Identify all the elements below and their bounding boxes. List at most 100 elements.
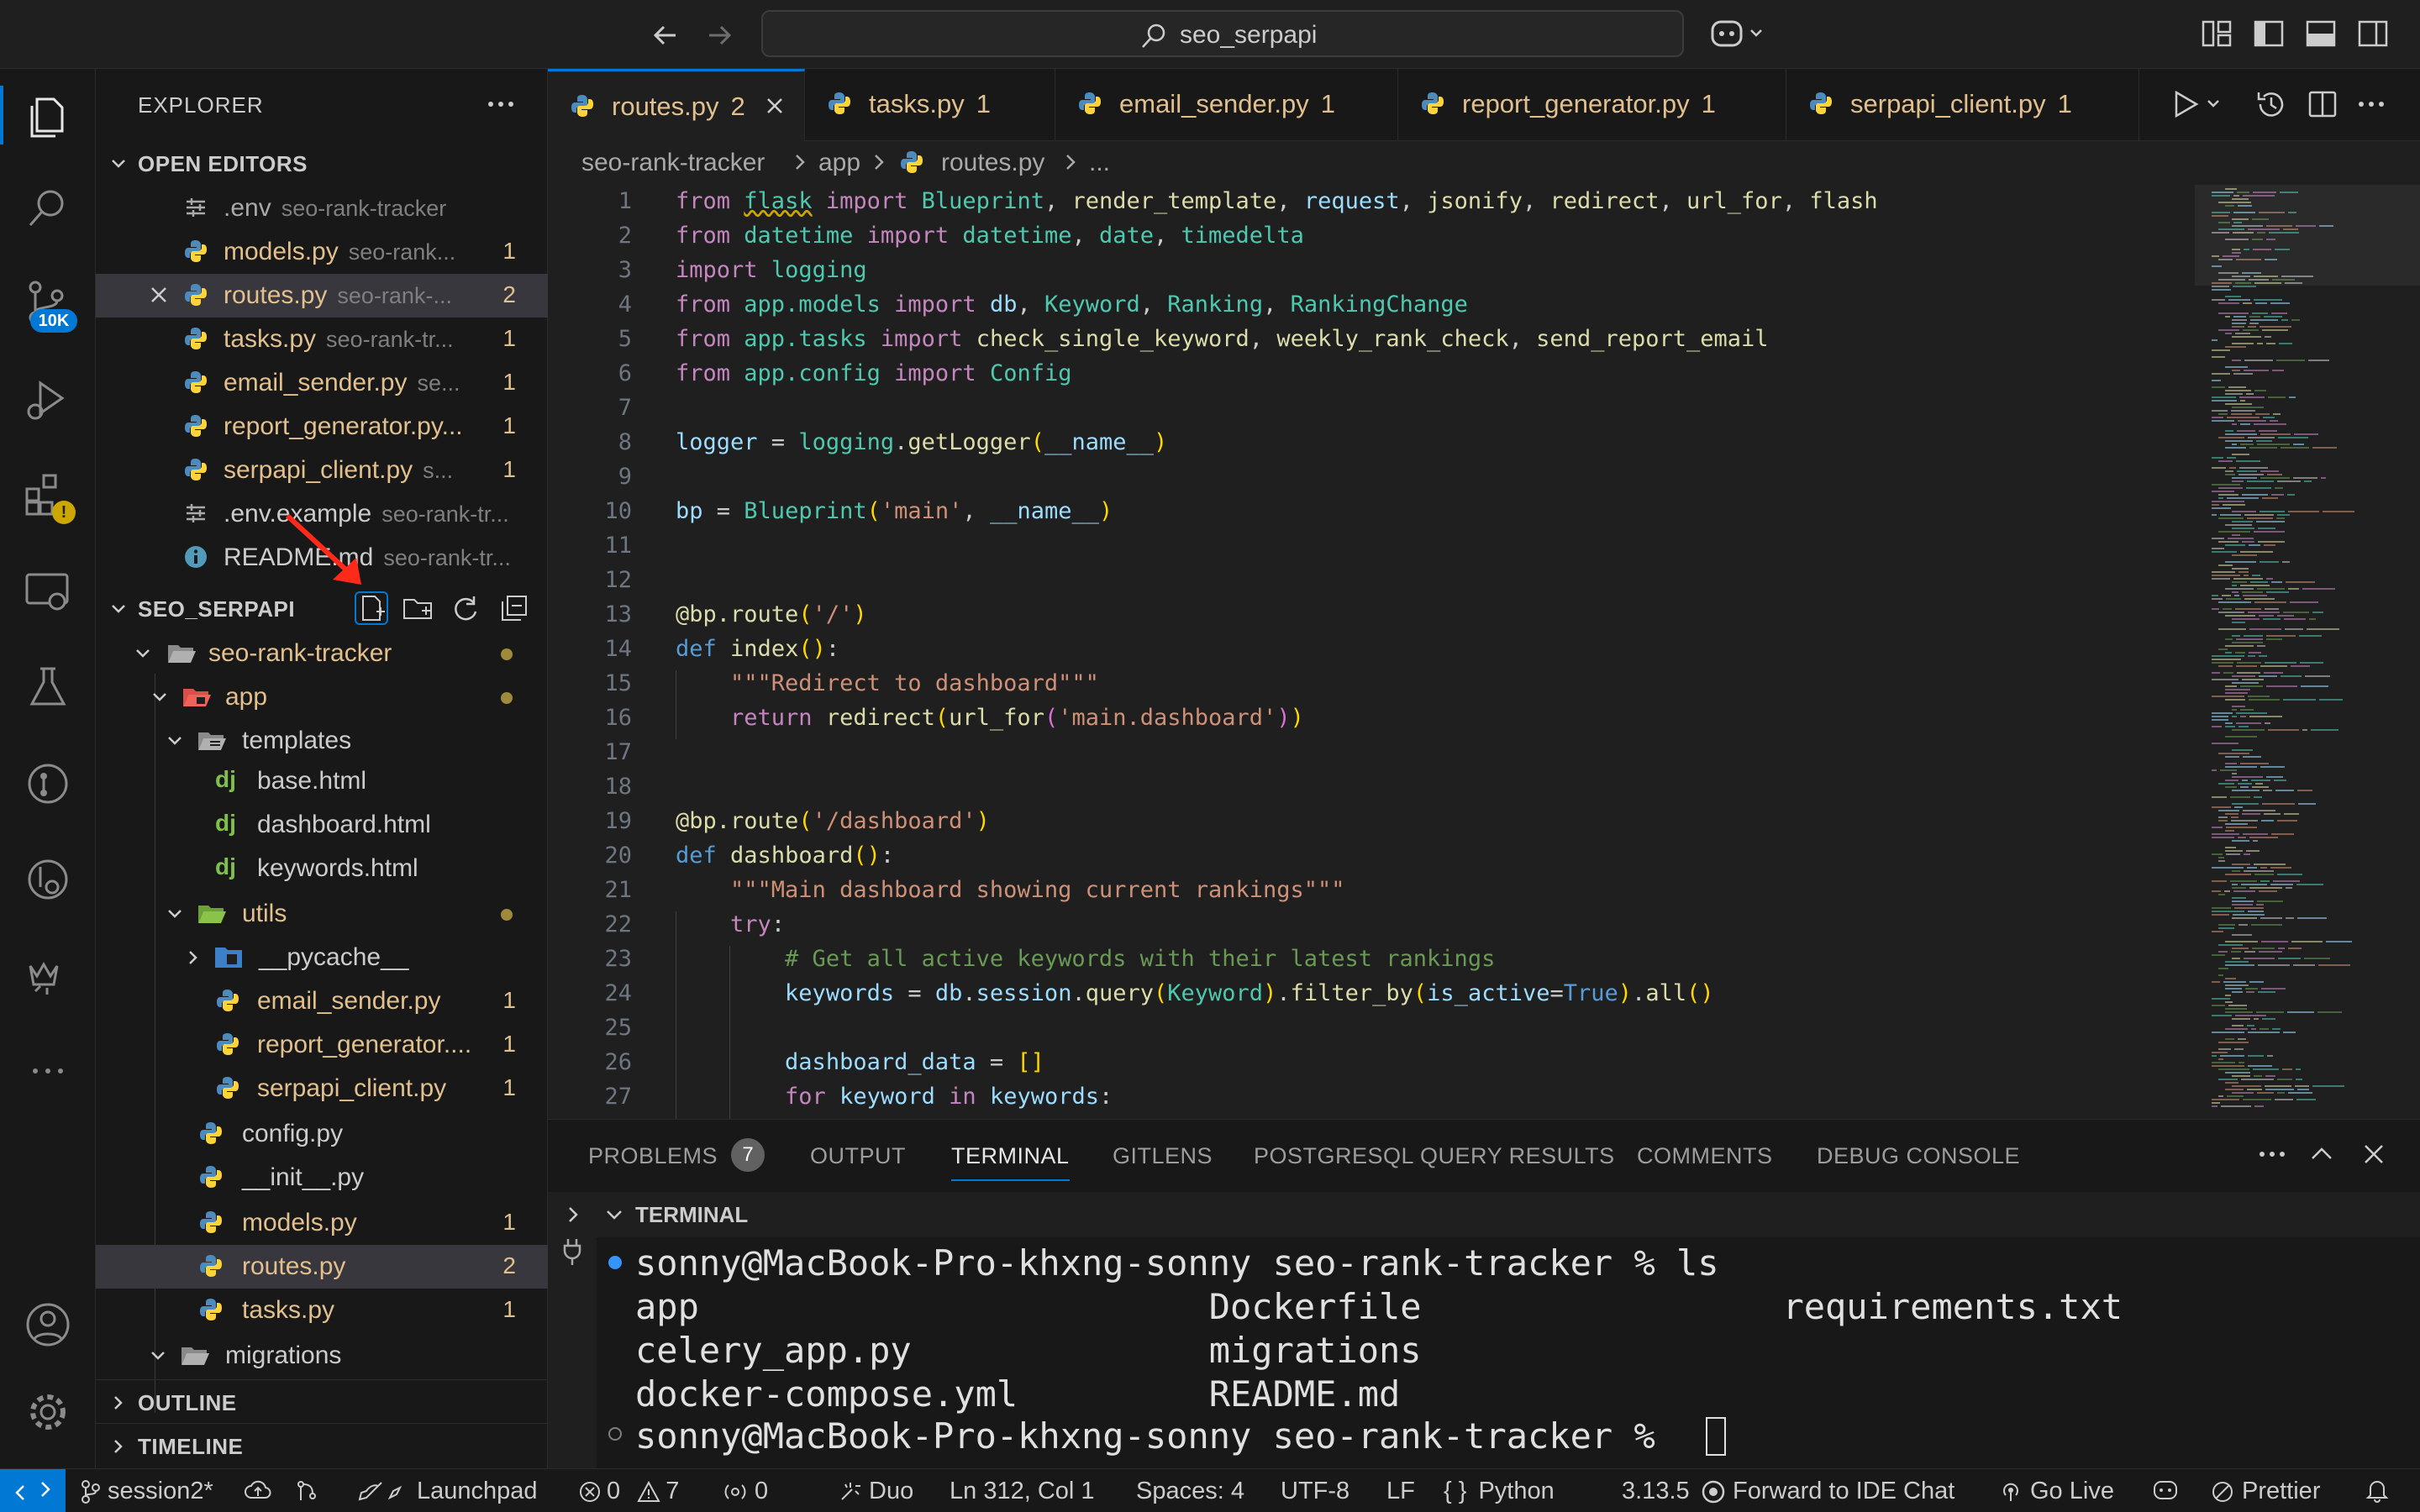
end-of-line[interactable]: LF (1386, 1478, 1415, 1505)
new-folder-icon[interactable] (402, 593, 434, 623)
more-actions-icon[interactable] (2255, 1142, 2289, 1167)
toggle-secondary-sidebar-icon[interactable] (2356, 17, 2390, 50)
toggle-panel-icon[interactable] (2304, 17, 2338, 50)
search-icon[interactable] (18, 180, 77, 239)
tab-gitlens[interactable]: GITLENS (1113, 1143, 1213, 1169)
file-keywords-html[interactable]: dj keywords.html (96, 847, 548, 890)
folder-migrations[interactable]: migrations (96, 1334, 548, 1378)
timeline-header[interactable]: TIMELINE (96, 1423, 548, 1465)
tab-email-sender-py[interactable]: email_sender.py 1 (1055, 69, 1398, 141)
file-models[interactable]: models.py 1 (96, 1201, 548, 1245)
sync-cloud-icon[interactable] (244, 1478, 272, 1503)
close-icon[interactable] (148, 284, 170, 306)
tab-serpapi-client-py[interactable]: serpapi_client.py 1 (1786, 69, 2139, 141)
maximize-panel-icon[interactable] (2307, 1140, 2336, 1168)
breadcrumb-item[interactable]: routes.py (941, 149, 1044, 177)
close-panel-icon[interactable] (2360, 1140, 2388, 1168)
file-report-generator[interactable]: report_generator.... 1 (96, 1023, 548, 1067)
more-actions-icon[interactable] (484, 96, 518, 113)
git-graph-status-icon[interactable] (294, 1478, 319, 1503)
file-init[interactable]: __init__.py (96, 1156, 548, 1200)
file-serpapi-client[interactable]: serpapi_client.py 1 (96, 1067, 548, 1110)
tab-comments[interactable]: COMMENTS (1637, 1143, 1773, 1169)
language-mode[interactable]: { } Python (1444, 1478, 1555, 1505)
folder-seo-rank-tracker[interactable]: seo-rank-tracker (96, 632, 548, 675)
indentation[interactable]: Spaces: 4 (1136, 1478, 1244, 1505)
settings-gear-icon[interactable] (18, 1383, 77, 1441)
python-version[interactable]: 3.13.5 (1622, 1478, 1690, 1505)
go-live[interactable]: Go Live (1998, 1478, 2114, 1505)
chevron-down-icon[interactable] (603, 1204, 625, 1226)
breadcrumb-item[interactable]: app (818, 149, 860, 177)
close-icon[interactable] (764, 95, 786, 117)
tab-tasks-py[interactable]: tasks.py 1 (805, 69, 1055, 141)
tab-output[interactable]: OUTPUT (810, 1143, 906, 1169)
customize-layout-icon[interactable] (2200, 17, 2233, 50)
problems-status[interactable]: 0 7 (578, 1478, 679, 1505)
folder-pycache[interactable]: __pycache__ (96, 936, 548, 979)
folder-app[interactable]: app (96, 675, 548, 719)
command-center-search[interactable]: seo_serpapi (761, 10, 1684, 57)
tab-routes-py[interactable]: routes.py 2 (548, 69, 805, 141)
tab-problems[interactable]: PROBLEMS (588, 1143, 718, 1169)
minimap[interactable] (2195, 185, 2420, 1119)
tab-report-generator-py[interactable]: report_generator.py 1 (1398, 69, 1786, 141)
accounts-icon[interactable] (18, 1295, 77, 1354)
open-editor-item[interactable]: email_sender.py se... 1 (96, 361, 548, 405)
gitlens-icon[interactable] (18, 850, 77, 909)
encoding[interactable]: UTF-8 (1281, 1478, 1349, 1505)
copilot-status-icon[interactable] (2151, 1478, 2180, 1503)
source-control-icon[interactable]: 10K (18, 276, 77, 334)
ports-status[interactable]: 0 (723, 1478, 768, 1505)
back-arrow-icon[interactable] (647, 17, 684, 54)
extensions-icon[interactable]: ! (18, 467, 77, 526)
file-dashboard-html[interactable]: dj dashboard.html (96, 803, 548, 847)
open-editor-item[interactable]: report_generator.py... 1 (96, 405, 548, 449)
open-editor-item-active[interactable]: routes.py seo-rank-... 2 (96, 274, 548, 318)
duo-status[interactable]: Duo (837, 1478, 913, 1505)
notifications-bell-icon[interactable] (2365, 1478, 2390, 1503)
open-editor-item[interactable]: .env seo-rank-tracker (96, 186, 548, 230)
open-editor-item[interactable]: serpapi_client.py s... 1 (96, 449, 548, 492)
file-base-html[interactable]: dj base.html (96, 759, 548, 803)
explorer-icon[interactable] (0, 86, 77, 144)
file-email-sender[interactable]: email_sender.py 1 (96, 979, 548, 1023)
toggle-primary-sidebar-icon[interactable] (2252, 17, 2286, 50)
forward-to-chat[interactable]: Forward to IDE Chat (1701, 1478, 1954, 1505)
open-editors-header[interactable]: OPEN EDITORS (96, 141, 548, 183)
folder-utils[interactable]: utils (96, 892, 548, 936)
collapse-all-icon[interactable] (499, 593, 529, 623)
timeline-history-icon[interactable] (2254, 87, 2287, 121)
run-python-file-icon[interactable] (2170, 87, 2228, 121)
prettier-status[interactable]: Prettier (2210, 1478, 2320, 1505)
new-file-icon[interactable] (355, 591, 388, 625)
ai-assistant-icon[interactable] (18, 946, 77, 1005)
more-actions-icon[interactable] (2354, 87, 2388, 121)
folder-templates[interactable]: templates (96, 719, 548, 763)
remote-indicator[interactable] (0, 1469, 66, 1512)
git-branch[interactable]: session2* (81, 1478, 213, 1505)
tab-terminal[interactable]: TERMINAL (951, 1143, 1070, 1181)
split-editor-icon[interactable] (2306, 87, 2339, 121)
remote-explorer-icon[interactable] (18, 563, 77, 622)
tab-debug-console[interactable]: DEBUG CONSOLE (1817, 1143, 2020, 1169)
copilot-icon[interactable] (1709, 17, 1768, 50)
testing-icon[interactable] (18, 659, 77, 717)
open-editor-item[interactable]: models.py seo-rank... 1 (96, 230, 548, 274)
refresh-icon[interactable] (450, 593, 481, 623)
file-config[interactable]: config.py (96, 1112, 548, 1156)
cursor-position[interactable]: Ln 312, Col 1 (950, 1478, 1095, 1505)
file-routes-selected[interactable]: routes.py 2 (96, 1245, 548, 1289)
forward-arrow-icon[interactable] (701, 17, 738, 54)
launchpad-item[interactable]: Launchpad (356, 1478, 538, 1505)
outline-header[interactable]: OUTLINE (96, 1379, 548, 1421)
run-debug-icon[interactable] (18, 371, 77, 430)
file-tasks[interactable]: tasks.py 1 (96, 1289, 548, 1332)
open-editor-item[interactable]: tasks.py seo-rank-tr... 1 (96, 318, 548, 361)
breadcrumb-item[interactable]: ... (1089, 149, 1110, 177)
more-views-icon[interactable] (18, 1042, 77, 1100)
tab-postgresql-query-results[interactable]: POSTGRESQL QUERY RESULTS (1254, 1143, 1615, 1169)
code-editor[interactable]: 1 2 3 4 5 6 7 8 9 10 11 12 13 14 15 16 1… (548, 185, 2195, 1119)
breadcrumb-item[interactable]: seo-rank-tracker (581, 149, 765, 177)
terminal[interactable]: sonny@MacBook-Pro-khxng-sonny seo-rank-t… (548, 1237, 2420, 1469)
